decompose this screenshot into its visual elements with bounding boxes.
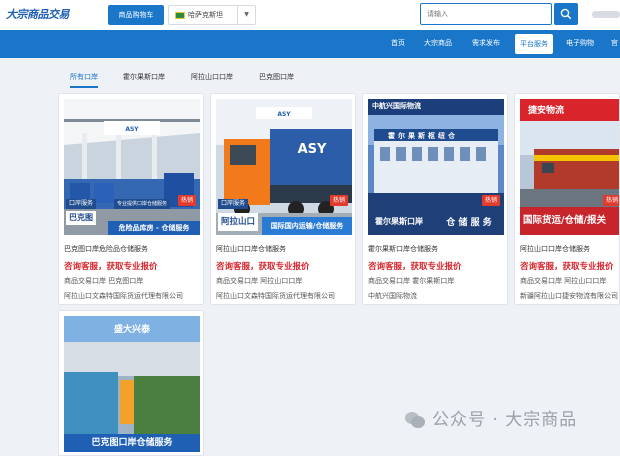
card-category: 商品交易口岸 霍尔果斯口岸 [368,277,455,285]
port-service-tag: 口岸服务 [218,199,249,209]
nav-item-demand[interactable]: 需求发布 [472,38,500,48]
hot-sale-badge: 热销 [482,195,500,206]
hot-sale-badge: 热销 [603,195,619,206]
service-caption: 专业提供口岸仓储服务 [114,199,171,209]
company-header: 捷安物流 [528,106,565,116]
logo-text: 大宗商品交易 [6,8,70,21]
site-logo[interactable]: 大宗商品交易 [6,4,94,26]
interior-warehouse-image[interactable]: 盛大兴泰 巴克图口岸仓储服务 [64,316,200,452]
product-card[interactable]: ASY ASY 热销 口岸服务 阿拉山口 国际国内运输/仓储服务 阿拉山口口岸仓… [210,93,356,305]
nav-item-home[interactable]: 首页 [391,38,405,48]
svg-text:ASY: ASY [277,111,291,118]
active-tab-indicator [70,86,98,88]
svg-text:ASY: ASY [125,126,139,133]
image-banner: 巴克图口岸仓储服务 [91,438,173,448]
product-card[interactable]: 盛大兴泰 巴克图口岸仓储服务 [58,310,204,456]
nav-item-partial[interactable]: 官 [611,38,618,48]
watermark-text: 公众号 · 大宗商品 [432,410,578,430]
card-price-cta[interactable]: 咨询客服，获取专业报价 [368,260,506,272]
wechat-icon [405,412,425,428]
search-input[interactable] [420,3,552,25]
nav-item-commodities[interactable]: 大宗商品 [424,38,452,48]
card-category: 商品交易口岸 阿拉山口口岸 [520,277,607,285]
truck-image[interactable]: ASY ASY 热销 口岸服务 阿拉山口 国际国内运输/仓储服务 [216,99,352,235]
building-sign: 霍尔果斯枢纽仓 [388,132,458,140]
image-banner: 仓 储 服 务 [446,218,492,228]
card-company: 中航兴国际物流 [368,292,417,300]
company-header: 中航兴国际物流 [372,102,421,110]
main-nav: 首页 大宗商品 需求发布 平台服务 电子购物 官 [0,30,620,58]
country-label: 哈萨克斯坦 [188,11,223,19]
tab-baketu-port[interactable]: 巴克图口岸 [259,72,294,82]
warehouse-image[interactable]: ASY 热销 口岸服务 巴克图 专业提供口岸仓储服务 危险品库房 - 仓储服务 [64,99,200,235]
card-title[interactable]: 阿拉山口口岸仓储服务 [216,244,354,254]
image-banner: 国际货运/仓储/报关 [523,215,606,226]
hot-sale-badge: 热销 [178,195,196,206]
card-company: 阿拉山口文森特国际货运代理有限公司 [216,292,335,300]
product-card[interactable]: ASY 热销 口岸服务 巴克图 专业提供口岸仓储服务 危险品库房 - 仓储服务 … [58,93,204,305]
warehouse-building-image[interactable]: 中航兴国际物流 霍尔果斯枢纽仓 热销 霍尔果斯口岸 仓 储 服 务 [368,99,504,235]
product-card[interactable]: 捷安物流 热销 国际货运/仓储/报关 阿拉山口口岸仓储服务 咨询客服，获取专业报… [514,93,620,305]
card-company: 阿拉山口文森特国际货运代理有限公司 [64,292,183,300]
kazakhstan-flag-icon [175,11,185,19]
company-header: 盛大兴泰 [113,325,150,335]
card-title[interactable]: 霍尔果斯口岸仓储服务 [368,244,506,254]
user-login-link[interactable] [592,11,620,18]
wechat-watermark: 公众号 · 大宗商品 [404,408,620,432]
card-title[interactable]: 巴克图口岸危险品仓储服务 [64,244,202,254]
hot-sale-badge: 热销 [330,195,348,206]
tab-khorgos-port[interactable]: 霍尔果斯口岸 [123,72,165,82]
card-company: 新疆阿拉山口捷安物流有限公司 [520,292,618,300]
port-filter-tabs: 所有口岸 霍尔果斯口岸 阿拉山口口岸 巴克图口岸 [57,66,620,88]
card-price-cta[interactable]: 咨询客服，获取专业报价 [216,260,354,272]
svg-text:ASY: ASY [298,142,327,157]
tab-all-ports[interactable]: 所有口岸 [70,72,98,82]
cart-button[interactable]: 商品购物车 [108,5,164,25]
port-service-tag: 口岸服务 [66,199,97,209]
image-banner: 危险品库房 - 仓储服务 [108,221,200,235]
card-category: 商品交易口岸 巴克图口岸 [64,277,144,285]
search-icon [560,8,572,20]
country-select[interactable]: 哈萨克斯坦 ▼ [168,5,256,25]
nav-item-e-shopping[interactable]: 电子购物 [566,38,594,48]
card-price-cta[interactable]: 咨询客服，获取专业报价 [64,260,202,272]
top-bar: 大宗商品交易 商品购物车 哈萨克斯坦 ▼ [0,0,620,30]
card-title[interactable]: 阿拉山口口岸仓储服务 [520,244,619,254]
image-banner: 国际国内运输/仓储服务 [262,217,352,235]
port-name-chip: 巴克图 [66,211,96,225]
card-category: 商品交易口岸 阿拉山口口岸 [216,277,303,285]
tab-alashankou-port[interactable]: 阿拉山口口岸 [191,72,233,82]
chevron-down-icon[interactable]: ▼ [237,6,255,24]
interior-illustration [64,316,200,452]
card-price-cta[interactable]: 咨询客服，获取专业报价 [520,260,619,272]
train-image[interactable]: 捷安物流 热销 国际货运/仓储/报关 [520,99,619,235]
nav-item-platform-services[interactable]: 平台服务 [515,34,553,54]
search-button[interactable] [554,3,578,25]
port-name-chip: 阿拉山口 [218,213,259,231]
product-card[interactable]: 中航兴国际物流 霍尔果斯枢纽仓 热销 霍尔果斯口岸 仓 储 服 务 霍尔果斯口岸… [362,93,508,305]
port-name-chip: 霍尔果斯口岸 [375,217,423,226]
